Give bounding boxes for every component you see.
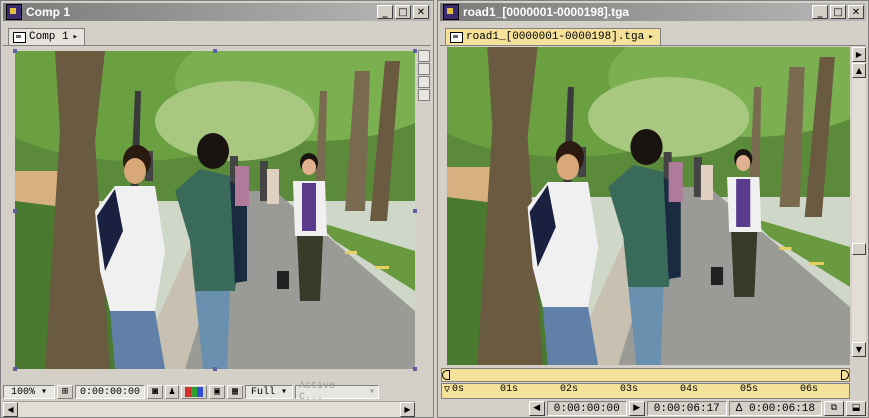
comp-side-icons [417, 49, 431, 102]
layer-handle[interactable] [13, 367, 17, 371]
layer-handle[interactable] [413, 367, 417, 371]
layer-handle[interactable] [213, 49, 217, 53]
out-point-handle[interactable] [841, 370, 849, 380]
camera-value: Active C... [299, 381, 336, 403]
footage-window-title: road1_[0000001-0000198].tga [463, 5, 630, 19]
overlay-edit-icon[interactable]: ⬓ [846, 401, 866, 416]
scroll-left-button[interactable]: ◀ [3, 402, 18, 417]
tab-comp-1[interactable]: Comp 1 ▸ [8, 28, 86, 45]
maximize-button[interactable]: □ [395, 5, 411, 19]
zoom-dropdown[interactable]: 100% ▾ [3, 385, 55, 399]
layer-handle[interactable] [413, 209, 417, 213]
comp-settings-icon[interactable] [418, 76, 430, 88]
scroll-right-button[interactable]: ▶ [400, 402, 415, 417]
resolution-dropdown[interactable]: Full ▾ [245, 385, 293, 399]
film-icon [450, 31, 463, 43]
layer-handle[interactable] [13, 49, 17, 53]
zoom-value: 100% [10, 386, 35, 398]
footage-vertical-scrollbar[interactable]: ▶ ▲ ▼ [852, 47, 866, 357]
close-button[interactable]: ✕ [848, 5, 864, 19]
ruler-tick: 06s [800, 384, 819, 395]
scroll-thumb[interactable] [852, 243, 866, 255]
time-ruler[interactable]: ▽ 0s 01s 02s 03s 04s 05s 06s [441, 383, 850, 399]
tab-label: Comp 1 [29, 31, 69, 43]
snapshot-icon[interactable]: ◙ [147, 385, 163, 399]
scroll-down-button[interactable]: ▼ [852, 342, 866, 357]
safe-zones-icon[interactable]: ⊞ [57, 385, 73, 399]
composition-window: Comp 1 _ □ ✕ Comp 1 ▸ 100% ▾ ⊞ 0:00:00:0… [0, 0, 434, 418]
set-in-point-button[interactable]: ◀ [528, 401, 545, 416]
minimize-button[interactable]: _ [812, 5, 828, 19]
current-time-field[interactable]: 0:00:00:00 [75, 385, 145, 399]
app-icon [6, 4, 22, 20]
footage-frame-image [447, 47, 850, 365]
in-point-handle[interactable] [442, 370, 450, 380]
comp-footer-bar: 100% ▾ ⊞ 0:00:00:00 ◙ ♟ ▣ ▦ Full ▾ Activ… [3, 381, 381, 403]
composition-icon [13, 31, 26, 43]
duration-field: Δ 0:00:06:18 [728, 401, 822, 416]
footage-viewer[interactable] [447, 47, 850, 365]
out-time-field[interactable]: 0:00:06:17 [646, 401, 727, 416]
comp-viewer[interactable] [15, 51, 415, 369]
comp-frame-image [15, 51, 415, 369]
comp-tab-row: Comp 1 ▸ [3, 23, 431, 46]
app-icon [443, 4, 459, 20]
layer-handle[interactable] [213, 367, 217, 371]
transparency-grid-icon[interactable]: ▦ [227, 385, 243, 399]
footage-time-controls: ◀ 0:00:00:00 ▶ 0:00:06:17 Δ 0:00:06:18 ⧉… [438, 400, 868, 417]
footage-title-bar[interactable]: road1_[0000001-0000198].tga _ □ ✕ [440, 3, 866, 21]
ripple-insert-edit-icon[interactable]: ⧉ [824, 401, 844, 416]
region-of-interest-icon[interactable]: ▣ [209, 385, 225, 399]
ruler-tick: 0s [452, 384, 465, 395]
layer-handle[interactable] [13, 209, 17, 213]
work-area-bar[interactable] [441, 368, 850, 382]
close-button[interactable]: ✕ [413, 5, 429, 19]
lock-icon[interactable] [418, 89, 430, 101]
grid-icon[interactable] [418, 63, 430, 75]
tab-footage[interactable]: road1_[0000001-0000198].tga ▸ [445, 28, 661, 45]
ruler-tick: 05s [740, 384, 759, 395]
in-time-field[interactable]: 0:00:00:00 [546, 401, 627, 416]
channel-icon[interactable] [181, 385, 207, 399]
scroll-up-button[interactable]: ▲ [852, 63, 866, 78]
show-snapshot-icon[interactable]: ♟ [165, 385, 179, 399]
ruler-tick: 01s [500, 384, 519, 395]
footage-window: road1_[0000001-0000198].tga _ □ ✕ road1_… [437, 0, 869, 418]
comp-flowchart-icon[interactable] [418, 50, 430, 62]
comp-title-bar[interactable]: Comp 1 _ □ ✕ [3, 3, 431, 21]
ruler-tick: 02s [560, 384, 579, 395]
ruler-tick: 04s [680, 384, 699, 395]
set-out-point-button[interactable]: ▶ [628, 401, 645, 416]
minimize-button[interactable]: _ [377, 5, 393, 19]
panel-menu-arrow-icon[interactable]: ▶ [852, 47, 866, 62]
tab-label: road1_[0000001-0000198].tga [466, 31, 645, 43]
tab-menu-arrow-icon[interactable]: ▸ [73, 32, 78, 42]
ruler-tick: 03s [620, 384, 639, 395]
resolution-value: Full [250, 386, 275, 398]
comp-window-title: Comp 1 [26, 5, 71, 19]
comp-horizontal-scrollbar[interactable]: ◀ ▶ [3, 401, 415, 417]
footage-tab-row: road1_[0000001-0000198].tga ▸ [440, 23, 866, 46]
camera-dropdown[interactable]: Active C... ▾ [295, 381, 379, 403]
current-time-indicator-icon[interactable]: ▽ [444, 384, 450, 396]
maximize-button[interactable]: □ [830, 5, 846, 19]
tab-menu-arrow-icon[interactable]: ▸ [648, 32, 653, 42]
